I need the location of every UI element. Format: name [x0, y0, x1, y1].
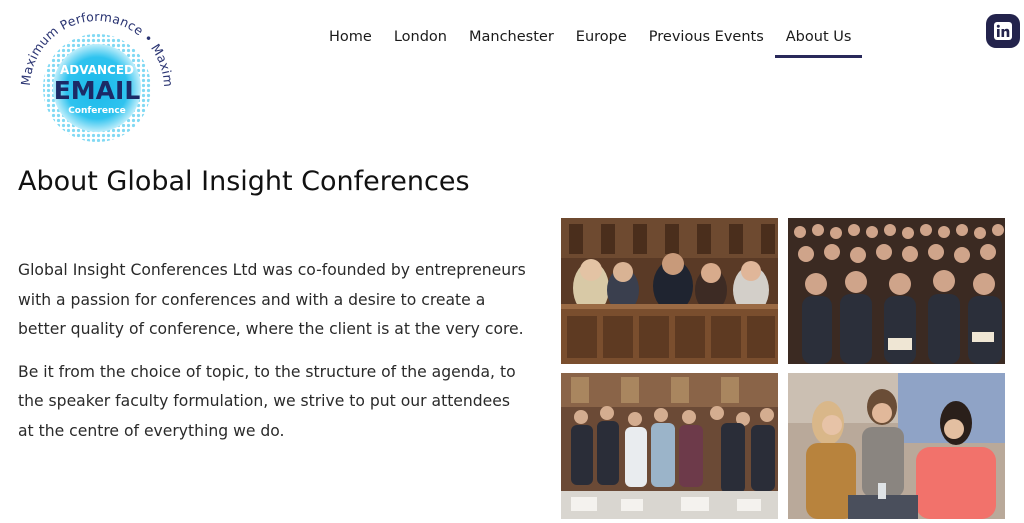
photo-audience — [788, 218, 1005, 364]
linkedin-button[interactable] — [986, 14, 1020, 48]
conference-logo[interactable]: Maximum Performance • Maximum Impact ADV… — [10, 0, 178, 150]
main-navigation: Home London Manchester Europe Previous E… — [318, 26, 863, 58]
photo-discussion — [788, 373, 1005, 519]
nav-home[interactable]: Home — [318, 26, 383, 58]
nav-europe[interactable]: Europe — [565, 26, 638, 58]
logo-graphic: Maximum Performance • Maximum Impact ADV… — [10, 0, 176, 142]
nav-manchester[interactable]: Manchester — [458, 26, 565, 58]
nav-london[interactable]: London — [383, 26, 458, 58]
logo-line-2: EMAIL — [54, 76, 141, 105]
photo-networking — [561, 373, 778, 519]
logo-line-3: Conference — [68, 106, 126, 116]
about-paragraph-1: Global Insight Conferences Ltd was co-fo… — [18, 261, 526, 338]
logo-line-1: ADVANCED — [60, 63, 134, 77]
nav-previous-events[interactable]: Previous Events — [638, 26, 775, 58]
about-text: Global Insight Conferences Ltd was co-fo… — [18, 256, 528, 459]
page-title: About Global Insight Conferences — [18, 166, 470, 197]
linkedin-icon — [994, 22, 1012, 40]
photo-gallery — [561, 218, 1005, 519]
nav-about-us[interactable]: About Us — [774, 26, 863, 58]
photo-speaker-panel — [561, 218, 778, 364]
about-paragraph-2: Be it from the choice of topic, to the s… — [18, 362, 516, 440]
